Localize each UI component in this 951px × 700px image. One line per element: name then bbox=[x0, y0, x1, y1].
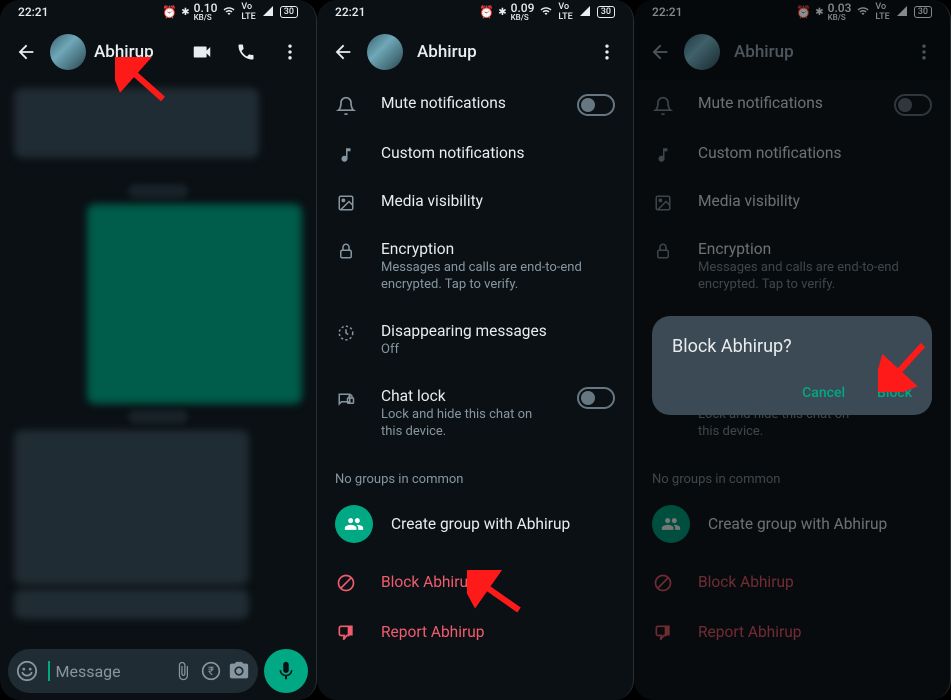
dialog-title: Block Abhirup? bbox=[672, 336, 912, 357]
message-placeholder: Message bbox=[56, 662, 167, 681]
volte-icon: VoLTE bbox=[558, 2, 572, 22]
alarm-icon: ⏰ bbox=[479, 5, 494, 19]
media-visibility-row[interactable]: Media visibility bbox=[317, 178, 633, 226]
chat-lock-icon bbox=[335, 389, 357, 407]
contact-name[interactable]: Abhirup bbox=[94, 42, 178, 62]
back-button[interactable] bbox=[323, 32, 363, 72]
chat-lock-toggle[interactable] bbox=[577, 387, 615, 409]
chat-messages bbox=[0, 80, 316, 644]
clock: 22:21 bbox=[18, 5, 48, 19]
rupee-icon[interactable]: ₹ bbox=[200, 660, 222, 682]
video-call-button[interactable] bbox=[182, 32, 222, 72]
mute-notifications-row[interactable]: Mute notifications bbox=[317, 80, 633, 130]
encryption-row[interactable]: EncryptionMessages and calls are end-to-… bbox=[317, 226, 633, 308]
voice-record-button[interactable] bbox=[264, 649, 308, 693]
avatar[interactable] bbox=[50, 34, 86, 70]
battery-icon: 30 bbox=[280, 6, 298, 18]
screen-block-dialog: 22:21 ⏰ ✱ 0.03KB/S VoLTE 30 Abhirup bbox=[634, 0, 951, 700]
screen-contact-info: 22:21 ⏰ ✱ 0.09KB/S VoLTE 30 Abhirup bbox=[317, 0, 634, 700]
contact-settings-list: Mute notifications Custom notifications … bbox=[317, 80, 633, 700]
block-confirm-dialog: Block Abhirup? Cancel Block bbox=[652, 316, 932, 415]
attach-icon[interactable] bbox=[172, 660, 194, 682]
music-note-icon bbox=[335, 146, 357, 164]
message-input[interactable]: Message ₹ bbox=[8, 649, 258, 693]
info-app-bar: Abhirup bbox=[317, 24, 633, 80]
disappearing-row[interactable]: Disappearing messagesOff bbox=[317, 308, 633, 373]
custom-notifications-row[interactable]: Custom notifications bbox=[317, 130, 633, 178]
bluetooth-icon: ✱ bbox=[181, 7, 189, 18]
screen-chat: 22:21 ⏰ ✱ 0.10KB/S VoLTE 30 Abhirup bbox=[0, 0, 317, 700]
wifi-icon bbox=[221, 5, 237, 20]
create-group-row[interactable]: Create group with Abhirup bbox=[317, 491, 633, 557]
thumbs-down-icon bbox=[335, 623, 357, 643]
more-button[interactable] bbox=[270, 32, 310, 72]
mute-toggle[interactable] bbox=[577, 94, 615, 116]
voice-call-button[interactable] bbox=[226, 32, 266, 72]
group-icon bbox=[335, 505, 373, 543]
camera-icon[interactable] bbox=[228, 660, 250, 682]
contact-name: Abhirup bbox=[417, 42, 583, 62]
timer-icon bbox=[335, 324, 357, 342]
confirm-block-button[interactable]: Block bbox=[877, 385, 912, 401]
more-button[interactable] bbox=[587, 32, 627, 72]
back-button[interactable] bbox=[6, 32, 46, 72]
image-icon bbox=[335, 194, 357, 212]
battery-icon: 30 bbox=[597, 6, 615, 18]
block-row[interactable]: Block Abhirup bbox=[317, 557, 633, 607]
signal-icon bbox=[260, 5, 276, 20]
message-input-bar: Message ₹ bbox=[8, 648, 308, 694]
emoji-icon[interactable] bbox=[16, 660, 38, 682]
chat-lock-row[interactable]: Chat lockLock and hide this chat on this… bbox=[317, 373, 633, 455]
alarm-icon: ⏰ bbox=[162, 5, 177, 19]
report-row[interactable]: Report Abhirup bbox=[317, 607, 633, 657]
lock-icon bbox=[335, 242, 357, 260]
block-icon bbox=[335, 573, 357, 593]
status-bar: 22:21 ⏰ ✱ 0.10KB/S VoLTE 30 bbox=[0, 0, 316, 24]
cancel-button[interactable]: Cancel bbox=[802, 385, 845, 401]
avatar[interactable] bbox=[367, 34, 403, 70]
status-bar: 22:21 ⏰ ✱ 0.09KB/S VoLTE 30 bbox=[317, 0, 633, 24]
volte-icon: VoLTE bbox=[241, 2, 255, 22]
bell-icon bbox=[335, 96, 357, 116]
groups-section-label: No groups in common bbox=[317, 454, 633, 491]
svg-text:₹: ₹ bbox=[208, 664, 214, 678]
wifi-icon bbox=[538, 5, 554, 20]
clock: 22:21 bbox=[335, 5, 365, 19]
chat-app-bar: Abhirup bbox=[0, 24, 316, 80]
bluetooth-icon: ✱ bbox=[498, 7, 506, 18]
signal-icon bbox=[577, 5, 593, 20]
